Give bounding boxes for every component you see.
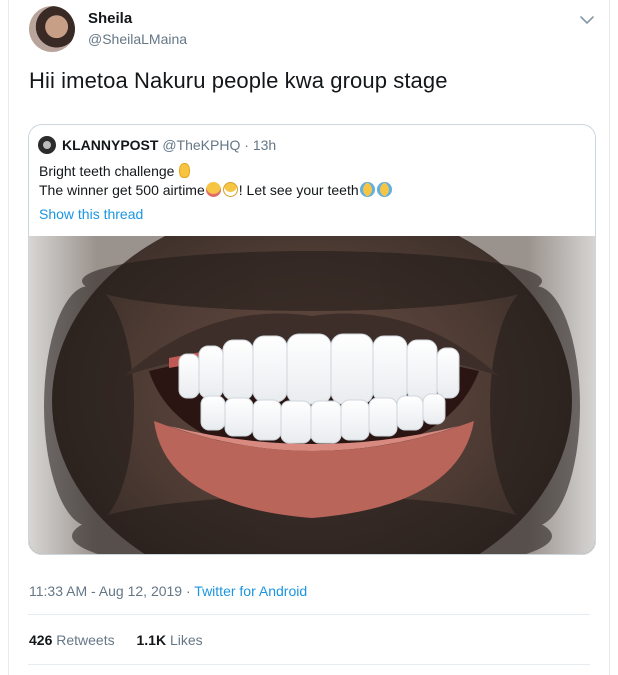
author-name[interactable]: Sheila: [88, 10, 132, 27]
tears-of-joy-emoji: [359, 182, 375, 197]
ok-hand-emoji: [179, 163, 191, 178]
grinning-face-emoji: [222, 182, 238, 197]
quoted-author-avatar: [38, 136, 56, 154]
author-avatar[interactable]: [29, 6, 75, 52]
quoted-tweet-line-2: The winner get 500 airtime ! Let see your…: [39, 182, 393, 198]
divider-bottom: [28, 664, 590, 665]
tears-of-joy-emoji: [376, 182, 392, 197]
timestamp-separator-1: -: [87, 583, 99, 599]
quoted-tweet[interactable]: KLANNYPOST @TheKPHQ · 13h Bright teeth c…: [28, 124, 596, 555]
tweet-text: Hii imetoa Nakuru people kwa group stage: [29, 68, 448, 93]
tweet-stats: 426 Retweets 1.1K Likes: [29, 632, 221, 648]
tweet-client-link[interactable]: Twitter for Android: [194, 583, 307, 599]
likes-count: 1.1K: [136, 632, 167, 648]
quoted-line-1-text: Bright teeth challenge: [39, 163, 175, 179]
retweets-stat[interactable]: 426 Retweets: [29, 632, 115, 648]
tweet-card: Sheila @SheilaLMaina Hii imetoa Nakuru p…: [8, 0, 610, 675]
tweet-time[interactable]: 11:33 AM: [29, 583, 87, 599]
quoted-line-2-text-b: ! Let see your teeth: [238, 182, 359, 198]
header-separator: ·: [240, 137, 253, 153]
quoted-tweet-line-1: Bright teeth challenge: [39, 163, 191, 179]
quoted-author-name: KLANNYPOST: [62, 137, 159, 153]
retweets-count: 426: [29, 632, 53, 648]
divider-top: [28, 614, 590, 615]
author-handle[interactable]: @SheilaLMaina: [88, 31, 187, 47]
timestamp-separator-2: ·: [182, 583, 195, 599]
likes-label: Likes: [169, 632, 203, 648]
retweets-label: Retweets: [56, 632, 115, 648]
teeth-photo[interactable]: [29, 236, 595, 555]
face-savoring-food-emoji: [205, 182, 221, 197]
chevron-down-icon[interactable]: [577, 10, 597, 30]
show-this-thread-link[interactable]: Show this thread: [39, 206, 143, 222]
likes-stat[interactable]: 1.1K Likes: [137, 632, 203, 648]
quoted-tweet-age: 13h: [252, 137, 277, 153]
quoted-tweet-header: KLANNYPOST @TheKPHQ · 13h: [62, 137, 276, 153]
quoted-line-2-text-a: The winner get 500 airtime: [39, 182, 205, 198]
quoted-author-handle: @TheKPHQ: [162, 137, 241, 153]
tweet-timestamp: 11:33 AM - Aug 12, 2019 · Twitter for An…: [29, 583, 307, 599]
tweet-date[interactable]: Aug 12, 2019: [99, 583, 182, 599]
